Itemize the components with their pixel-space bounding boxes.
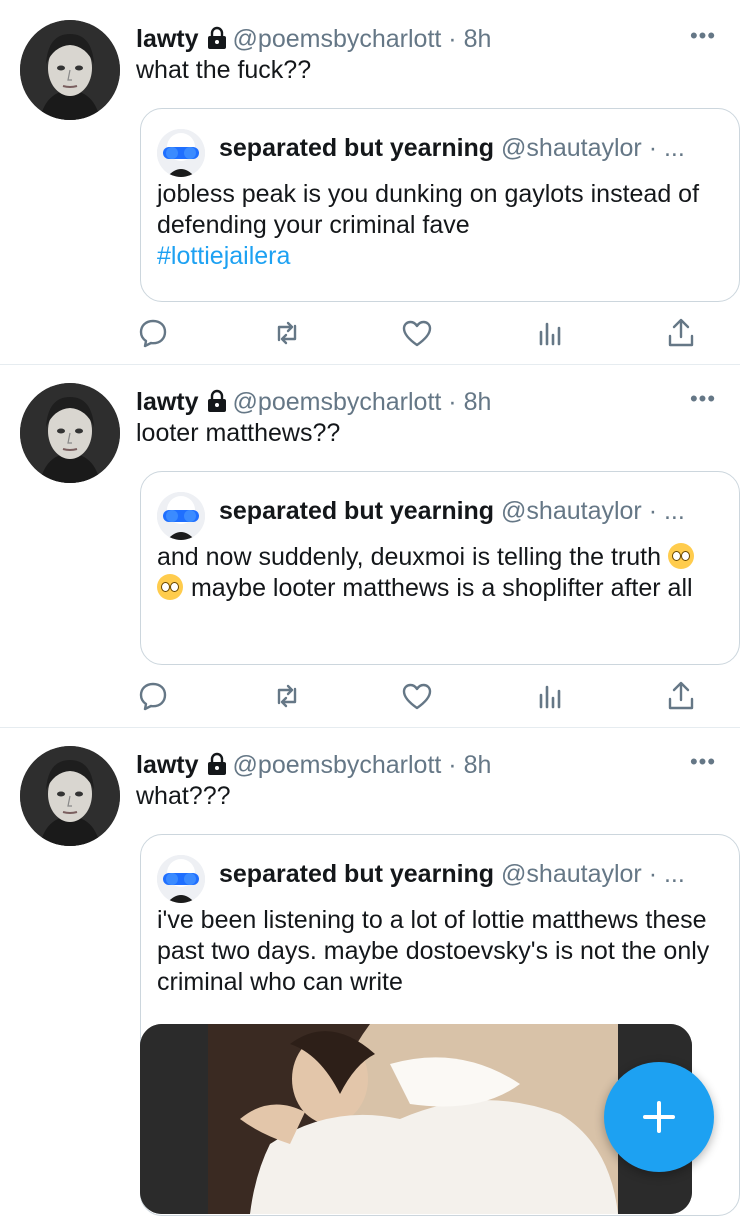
quoted-header: separated but yearning @shautaylor · ...: [219, 496, 685, 526]
author-handle[interactable]: @poemsbycharlott: [233, 25, 442, 53]
quoted-header: separated but yearning @shautaylor · ...: [219, 133, 685, 163]
retweet-icon[interactable]: [270, 679, 304, 713]
tweet-actions: [136, 316, 696, 350]
quoted-author-handle: @shautaylor · ...: [501, 134, 685, 162]
quoted-avatar: [157, 855, 205, 903]
share-icon[interactable]: [664, 679, 698, 713]
tweet-header: lawty @poemsbycharlott · 8h: [136, 387, 491, 420]
compose-tweet-button[interactable]: [604, 1062, 714, 1172]
reply-icon[interactable]: [136, 679, 170, 713]
more-options-icon[interactable]: •••: [688, 388, 718, 410]
author-handle[interactable]: @poemsbycharlott: [233, 388, 442, 416]
tweet-actions: [136, 679, 696, 713]
author-name[interactable]: lawty: [136, 751, 199, 779]
retweet-icon[interactable]: [270, 316, 304, 350]
more-options-icon[interactable]: •••: [688, 25, 718, 47]
analytics-icon[interactable]: [533, 316, 567, 350]
lock-icon: [205, 26, 229, 57]
author-name[interactable]: lawty: [136, 25, 199, 53]
quoted-text: i've been listening to a lot of lottie m…: [157, 906, 710, 996]
timestamp[interactable]: · 8h: [448, 25, 491, 53]
quoted-author-handle: @shautaylor · ...: [501, 497, 685, 525]
lock-icon: [205, 752, 229, 783]
eye-roll-emoji-icon: [667, 543, 694, 569]
share-icon[interactable]: [664, 316, 698, 350]
reply-icon[interactable]: [136, 316, 170, 350]
compose-plus-icon: [643, 1101, 675, 1133]
quoted-text-body: and now suddenly, deuxmoi is telling the…: [157, 543, 662, 571]
analytics-icon[interactable]: [533, 679, 567, 713]
timestamp[interactable]: · 8h: [448, 388, 491, 416]
eye-roll-emoji-icon: [157, 574, 183, 600]
quoted-text-body: jobless peak is you dunking on gaylots i…: [157, 180, 700, 239]
avatar[interactable]: [20, 746, 120, 846]
avatar[interactable]: [20, 383, 120, 483]
quoted-author-handle: @shautaylor · ...: [501, 860, 685, 888]
tweet-text: looter matthews??: [136, 419, 341, 447]
more-options-icon[interactable]: •••: [688, 751, 718, 773]
tweet-header: lawty @poemsbycharlott · 8h: [136, 750, 491, 783]
tweet-header: lawty @poemsbycharlott · 8h: [136, 24, 491, 57]
quoted-tweet[interactable]: separated but yearning @shautaylor · ...…: [140, 108, 740, 302]
avatar[interactable]: [20, 20, 120, 120]
quoted-tweet[interactable]: separated but yearning @shautaylor · ...…: [140, 471, 740, 665]
lock-icon: [205, 389, 229, 420]
quoted-avatar: [157, 129, 205, 177]
quoted-avatar: [157, 492, 205, 540]
author-name[interactable]: lawty: [136, 388, 199, 416]
quoted-text: and now suddenly, deuxmoi is telling the…: [157, 542, 717, 604]
quoted-text-body: maybe looter matthews is a shoplifter af…: [190, 574, 693, 602]
author-handle[interactable]: @poemsbycharlott: [233, 751, 442, 779]
tweet-text: what???: [136, 782, 231, 810]
quoted-header: separated but yearning @shautaylor · ...: [219, 859, 685, 889]
quoted-author-name: separated but yearning: [219, 134, 495, 162]
hashtag-link[interactable]: #lottiejailera: [157, 242, 290, 270]
divider: [0, 727, 740, 728]
tweet-text: what the fuck??: [136, 56, 312, 84]
like-icon[interactable]: [400, 679, 434, 713]
divider: [0, 364, 740, 365]
quoted-author-name: separated but yearning: [219, 497, 495, 525]
quoted-author-name: separated but yearning: [219, 860, 495, 888]
timestamp[interactable]: · 8h: [448, 751, 491, 779]
like-icon[interactable]: [400, 316, 434, 350]
quoted-text: jobless peak is you dunking on gaylots i…: [157, 179, 717, 272]
